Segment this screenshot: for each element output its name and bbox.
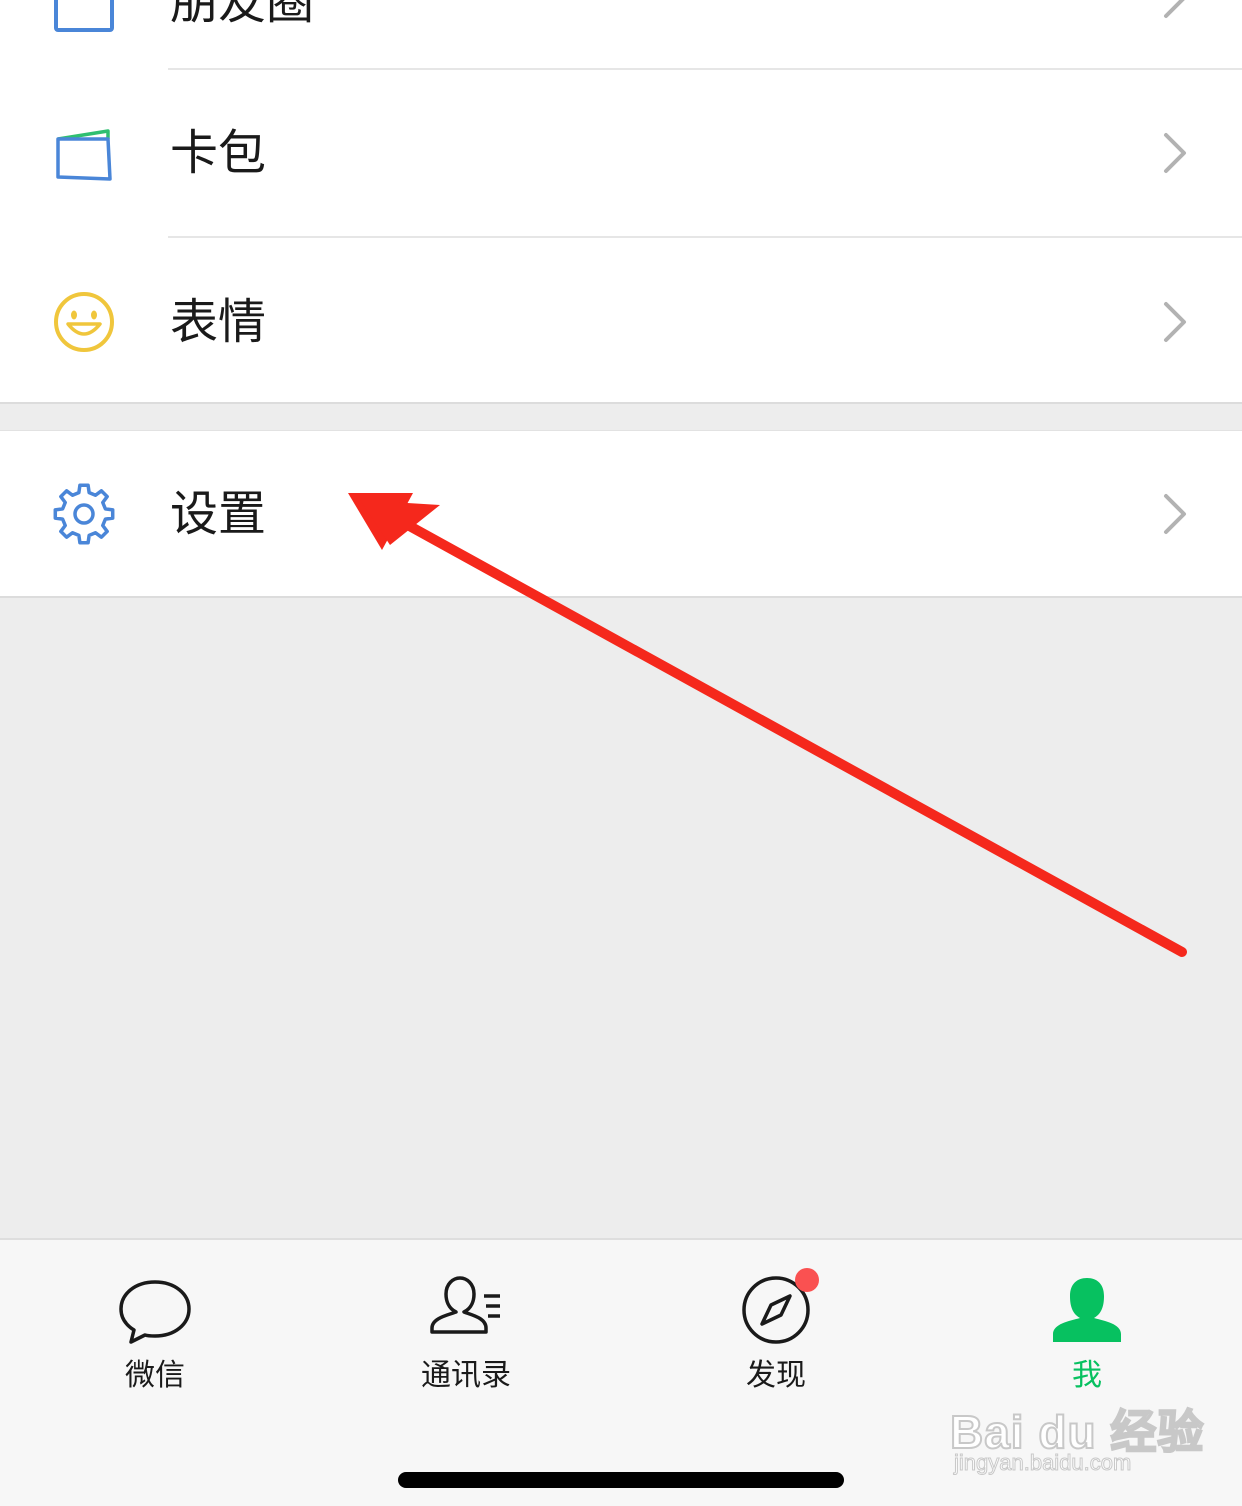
menu-item-label: 设置 [170, 486, 267, 542]
tab-contacts[interactable]: 通讯录 [366, 1240, 566, 1420]
moments-icon [54, 0, 114, 32]
menu-row-settings[interactable]: 设置 [0, 431, 1242, 597]
contacts-icon [430, 1276, 500, 1334]
tab-discover[interactable]: 发现 [676, 1240, 876, 1420]
tab-label: 微信 [125, 1358, 185, 1393]
smiley-face-icon [54, 292, 114, 352]
card-wallet-icon [56, 129, 112, 181]
chevron-right-icon [1164, 133, 1186, 173]
watermark-url: jingyan.baidu.com [953, 1450, 1132, 1476]
home-indicator [398, 1472, 844, 1488]
menu-item-label: 表情 [170, 294, 267, 350]
menu-group-top: 朋友圈 卡包 表情 [0, 0, 1242, 404]
tab-chats[interactable]: 微信 [55, 1240, 255, 1420]
chevron-right-icon [1164, 0, 1185, 18]
chevron-right-icon [1164, 494, 1186, 534]
chat-bubble-icon [119, 1280, 191, 1344]
menu-item-label: 卡包 [170, 125, 267, 181]
notification-badge [795, 1268, 819, 1292]
person-icon [1053, 1278, 1121, 1342]
menu-group-settings: 设置 [0, 430, 1242, 598]
menu-row-moments[interactable]: 朋友圈 [0, 0, 1242, 68]
tab-label: 发现 [746, 1358, 806, 1393]
baidu-watermark: Bai du 经验 jingyan.baidu.com [949, 1370, 1204, 1480]
gear-icon [53, 483, 115, 545]
tab-label: 通讯录 [421, 1358, 511, 1393]
menu-item-label: 朋友圈 [170, 0, 315, 30]
menu-row-stickers[interactable]: 表情 [0, 238, 1242, 402]
menu-row-card-wallet[interactable]: 卡包 [0, 70, 1242, 236]
chevron-right-icon [1164, 302, 1186, 342]
